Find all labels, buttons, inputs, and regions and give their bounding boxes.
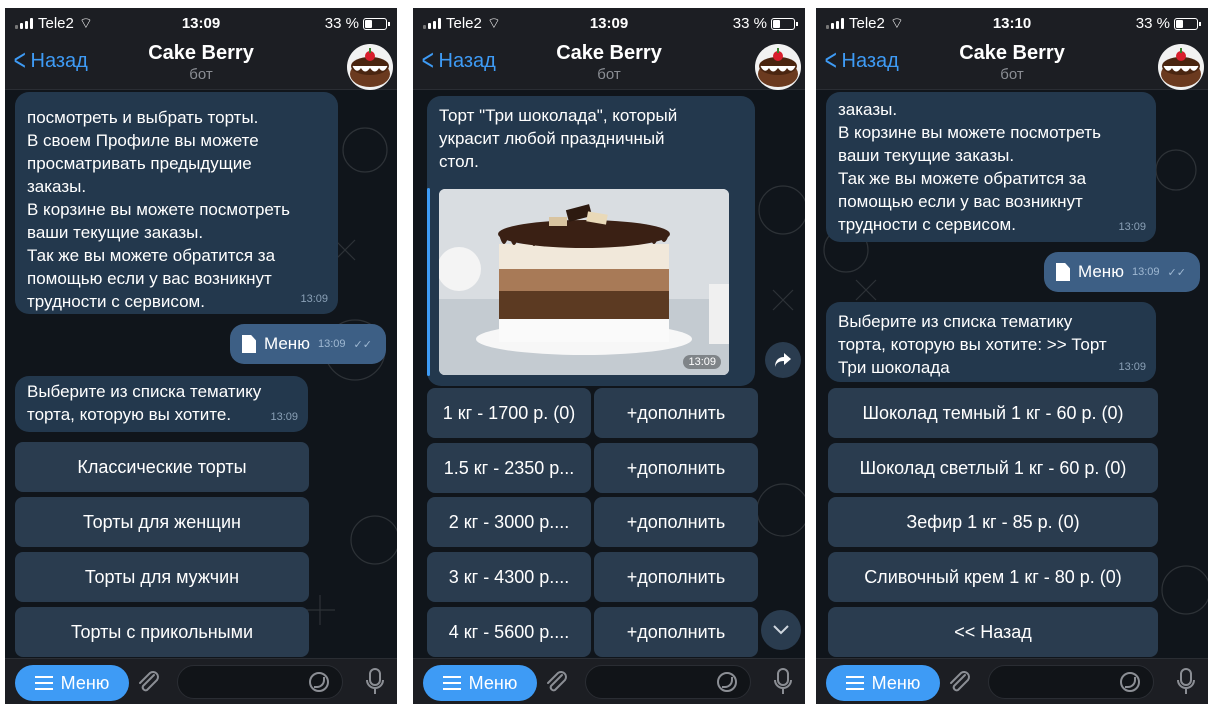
attach-icon[interactable] (543, 669, 569, 700)
inline-button-back[interactable]: << Назад (828, 607, 1158, 657)
chat-subtitle: бот (189, 66, 213, 83)
inline-button-cakes-women[interactable]: Торты для женщин (15, 497, 309, 547)
bot-message-intro: заказы. В корзине вы можете посмотреть в… (826, 92, 1156, 242)
add-button-1-5kg[interactable]: +дополнить (594, 443, 758, 493)
inline-button-light-chocolate[interactable]: Шоколад светлый 1 кг - 60 р. (0) (828, 443, 1158, 493)
hamburger-icon (34, 676, 53, 690)
read-checkmark-icon: ✓✓ (1167, 266, 1186, 279)
message-time: 13:09 (1118, 361, 1146, 373)
microphone-icon[interactable] (773, 667, 793, 702)
message-time: 13:09 (270, 411, 298, 423)
attach-icon[interactable] (135, 669, 161, 700)
chat-title: Cake Berry (148, 42, 254, 64)
document-icon (242, 335, 256, 353)
battery-icon (1174, 17, 1201, 30)
add-button-3kg[interactable]: +дополнить (594, 552, 758, 602)
battery-percent: 33 % (324, 15, 359, 32)
attach-icon[interactable] (946, 669, 972, 700)
hamburger-icon (442, 676, 461, 690)
bot-avatar[interactable] (1158, 44, 1204, 90)
battery-percent: 33 % (732, 15, 767, 32)
bot-avatar[interactable] (755, 44, 801, 90)
hamburger-icon (845, 676, 864, 690)
link-preview-bar (427, 188, 430, 376)
phone-screen-3: Tele2 ⌔ 13:10 33 % < Назад Cake Berry бот … (816, 8, 1208, 704)
phone-screen-2: Tele2 ⌔ 13:09 33 % < Назад Cake Berry бот … (413, 8, 805, 704)
bot-message-intro: посмотреть и выбрать торты. В своем Проф… (15, 92, 338, 314)
add-button-2kg[interactable]: +дополнить (594, 497, 758, 547)
chat-title: Cake Berry (556, 42, 662, 64)
microphone-icon[interactable] (365, 667, 385, 702)
sticker-icon[interactable] (1120, 672, 1140, 692)
add-button-4kg[interactable]: +дополнить (594, 607, 758, 657)
weight-button-4kg[interactable]: 4 кг - 5600 р.... (427, 607, 591, 657)
inline-button-cream[interactable]: Сливочный крем 1 кг - 80 р. (0) (828, 552, 1158, 602)
bot-message-prompt: Выберите из списка тематику торта, котор… (826, 302, 1156, 382)
user-message-menu: Меню 13:09 ✓✓ (230, 324, 386, 364)
status-bar: Tele2 ⌔ 13:09 33 % (413, 8, 805, 38)
chat-subtitle: бот (1000, 66, 1024, 83)
user-message-menu: Меню 13:09 ✓✓ (1044, 252, 1200, 292)
message-time: 13:09 (683, 355, 721, 369)
inline-button-cakes-men[interactable]: Торты для мужчин (15, 552, 309, 602)
status-bar: Tele2 ⌔ 13:10 33 % (816, 8, 1208, 38)
message-time: 13:09 (1118, 221, 1146, 233)
input-bar: Меню (413, 658, 805, 704)
bot-message-prompt: Выберите из списка тематику торта, котор… (15, 376, 308, 432)
input-bar: Меню (5, 658, 397, 704)
bot-avatar[interactable] (347, 44, 393, 90)
status-bar: Tele2 ⌔ 13:09 33 % (5, 8, 397, 38)
weight-button-3kg[interactable]: 3 кг - 4300 р.... (427, 552, 591, 602)
inline-button-funny-cakes[interactable]: Торты с прикольными (15, 607, 309, 657)
microphone-icon[interactable] (1176, 667, 1196, 702)
inline-button-classic-cakes[interactable]: Классические торты (15, 442, 309, 492)
battery-icon (363, 17, 390, 30)
message-list[interactable]: посмотреть и выбрать торты. В своем Проф… (5, 90, 397, 658)
inline-button-dark-chocolate[interactable]: Шоколад темный 1 кг - 60 р. (0) (828, 388, 1158, 438)
battery-percent: 33 % (1135, 15, 1170, 32)
weight-button-1-5kg[interactable]: 1.5 кг - 2350 р... (427, 443, 591, 493)
input-bar: Меню (816, 658, 1208, 704)
add-button-1kg[interactable]: +дополнить (594, 388, 758, 438)
message-time: 13:09 (300, 293, 328, 305)
weight-button-1kg[interactable]: 1 кг - 1700 р. (0) (427, 388, 591, 438)
phone-screen-1: Tele2 ⌔ 13:09 33 % < Назад Cake Berry бот … (5, 8, 397, 704)
scroll-down-button[interactable] (761, 610, 801, 650)
sticker-icon[interactable] (717, 672, 737, 692)
chat-header: < Назад Cake Berry бот (413, 38, 805, 90)
document-icon (1056, 263, 1070, 281)
menu-button[interactable]: Меню (15, 665, 129, 701)
read-checkmark-icon: ✓✓ (353, 338, 372, 351)
cake-photo[interactable]: 13:09 (439, 189, 729, 375)
menu-button[interactable]: Меню (826, 665, 940, 701)
chat-header: < Назад Cake Berry бот (816, 38, 1208, 90)
battery-icon (771, 17, 798, 30)
chat-subtitle: бот (597, 66, 621, 83)
share-button[interactable] (765, 342, 801, 378)
weight-button-2kg[interactable]: 2 кг - 3000 р.... (427, 497, 591, 547)
inline-button-marshmallow[interactable]: Зефир 1 кг - 85 р. (0) (828, 497, 1158, 547)
menu-button[interactable]: Меню (423, 665, 537, 701)
chat-title: Cake Berry (959, 42, 1065, 64)
sticker-icon[interactable] (309, 672, 329, 692)
message-list[interactable]: заказы. В корзине вы можете посмотреть в… (816, 90, 1208, 658)
message-list[interactable]: Торт "Три шоколада", который украсит люб… (413, 90, 805, 658)
chat-header: < Назад Cake Berry бот (5, 38, 397, 90)
